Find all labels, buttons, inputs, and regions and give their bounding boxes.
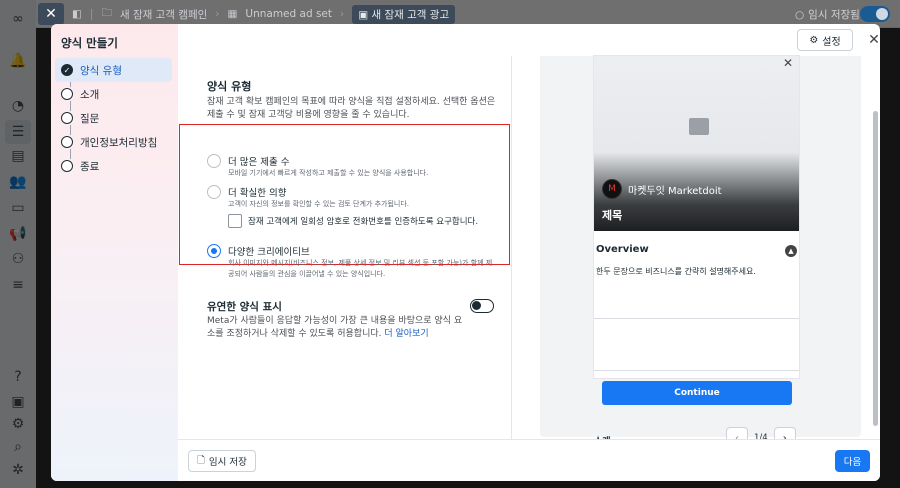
status-circle-icon: ○	[795, 8, 805, 21]
breadcrumb-ad-label: 새 잠재 고객 광고	[371, 8, 450, 21]
step-form-type[interactable]: ✓ 양식 유형	[55, 58, 172, 82]
otp-checkbox[interactable]	[228, 214, 242, 228]
option-description: 회사 이미지와 메시지(비즈니스 정보, 제품 상세 정보 및 리뷰 섹션 등 …	[228, 259, 493, 278]
step-questions[interactable]: 질문	[55, 106, 172, 130]
breadcrumb-campaign[interactable]: 새 잠재 고객 캠페인	[120, 7, 207, 22]
radio-rich-creative[interactable]	[207, 244, 221, 258]
next-button[interactable]: 다음	[835, 450, 870, 472]
option-label: 다양한 크리에이티브	[228, 247, 310, 258]
circle-icon	[61, 136, 73, 148]
overview-text: 한두 문장으로 비즈니스를 간략히 설명해주세요.	[596, 267, 756, 276]
option-description: 고객이 자신의 정보를 확인할 수 있는 검토 단계가 추가됩니다.	[228, 200, 410, 208]
chevron-up-icon: ▲	[785, 245, 797, 257]
step-label: 종료	[80, 160, 100, 173]
gear-icon: ⚙	[809, 34, 819, 46]
radio-higher-intent[interactable]	[207, 185, 221, 199]
check-circle-icon: ✓	[61, 64, 73, 76]
flexible-form-title: 유연한 양식 표시	[207, 301, 282, 313]
step-ending[interactable]: 종료	[55, 154, 172, 178]
preview-panel: M 마켓두잇 Marketdoit 제목 ✕ Overview ▲ 한두 문장으…	[511, 56, 880, 449]
grid-icon: ▦	[227, 8, 238, 20]
ad-icon: ▣	[358, 8, 372, 21]
radio-more-volume[interactable]	[207, 154, 221, 168]
modal-footer: 🗋 임시 저장 다음	[178, 439, 880, 481]
step-label: 양식 유형	[80, 64, 122, 77]
preview-cta-button: Continue	[602, 381, 792, 405]
settings-button[interactable]: ⚙ 설정	[797, 29, 853, 51]
option-label: 더 많은 제출 수	[228, 157, 290, 168]
settings-label: 설정	[822, 36, 841, 48]
divider	[594, 318, 799, 319]
section-title: 양식 유형	[207, 80, 252, 93]
step-label: 질문	[80, 112, 100, 125]
draft-status: ○ 임시 저장됨	[795, 7, 860, 22]
circle-icon	[61, 160, 73, 172]
separator-icon: |	[89, 8, 94, 20]
preview-media: M 마켓두잇 Marketdoit 제목	[594, 56, 799, 231]
brand-name: 마켓두잇 Marketdoit	[628, 185, 722, 197]
chevron-right-icon: ›	[215, 8, 220, 20]
document-icon: 🗋	[197, 455, 205, 466]
circle-icon	[61, 112, 73, 124]
folder-icon: 🗀	[101, 7, 112, 19]
preview-close-icon: ✕	[782, 56, 793, 70]
step-privacy-policy[interactable]: 개인정보처리방침	[55, 130, 172, 154]
draft-toggle[interactable]	[860, 6, 890, 22]
step-label: 개인정보처리방침	[80, 136, 158, 149]
phone-preview: M 마켓두잇 Marketdoit 제목 ✕ Overview ▲ 한두 문장으…	[594, 56, 799, 378]
draft-status-label: 임시 저장됨	[808, 9, 860, 21]
image-placeholder-icon	[689, 118, 709, 135]
option-description: 모바일 기기에서 빠르게 작성하고 제출할 수 있는 양식을 사용합니다.	[228, 169, 429, 177]
sidebar-toggle-icon[interactable]: ◧	[72, 8, 82, 20]
breadcrumb-adset[interactable]: Unnamed ad set	[245, 8, 332, 20]
brand-row: M 마켓두잇 Marketdoit	[602, 179, 722, 199]
preview-container: M 마켓두잇 Marketdoit 제목 ✕ Overview ▲ 한두 문장으…	[540, 56, 861, 449]
close-icon[interactable]: ✕	[864, 30, 880, 50]
divider	[594, 370, 799, 371]
step-label: 소개	[80, 88, 100, 101]
top-close-icon[interactable]: ✕	[38, 3, 64, 25]
preview-scrollbar[interactable]	[873, 111, 878, 426]
step-intro[interactable]: 소개	[55, 82, 172, 106]
modal-header: ⚙ 설정 ✕	[178, 24, 880, 56]
save-draft-label: 임시 저장	[208, 457, 247, 468]
learn-more-link[interactable]: 더 알아보기	[384, 329, 428, 339]
section-description: 잠재 고객 확보 캠페인의 목표에 따라 양식을 직접 설정하세요. 선택한 옵…	[207, 97, 496, 120]
circle-icon	[61, 88, 73, 100]
chevron-right-icon: ›	[340, 8, 345, 20]
save-draft-button[interactable]: 🗋 임시 저장	[188, 450, 256, 472]
preview-headline: 제목	[602, 209, 623, 222]
step-list: ✓ 양식 유형 소개 질문 개인정보처리방침 종료	[55, 58, 172, 178]
breadcrumb-ad[interactable]: ▣ 새 잠재 고객 광고	[352, 4, 456, 24]
otp-checkbox-label: 잠재 고객에게 일회성 암호로 전화번호를 인증하도록 요구합니다.	[248, 217, 479, 227]
create-form-modal: 양식 만들기 ✓ 양식 유형 소개 질문 개인정보처리방침 종료 ⚙ 설정 ✕ …	[51, 24, 880, 481]
overview-title: Overview	[596, 244, 649, 255]
flexible-form-toggle[interactable]	[470, 299, 494, 313]
brand-logo: M	[602, 179, 622, 199]
modal-steps-panel: 양식 만들기 ✓ 양식 유형 소개 질문 개인정보처리방침 종료	[51, 24, 178, 481]
flexible-form-description: Meta가 사람들이 응답할 가능성이 가장 큰 내용을 바탕으로 양식 요소를…	[207, 315, 467, 341]
form-panel: 양식 유형 잠재 고객 확보 캠페인의 목표에 따라 양식을 직접 설정하세요.…	[178, 56, 511, 439]
option-label: 더 확실한 의향	[228, 188, 287, 199]
modal-title: 양식 만들기	[61, 36, 118, 50]
